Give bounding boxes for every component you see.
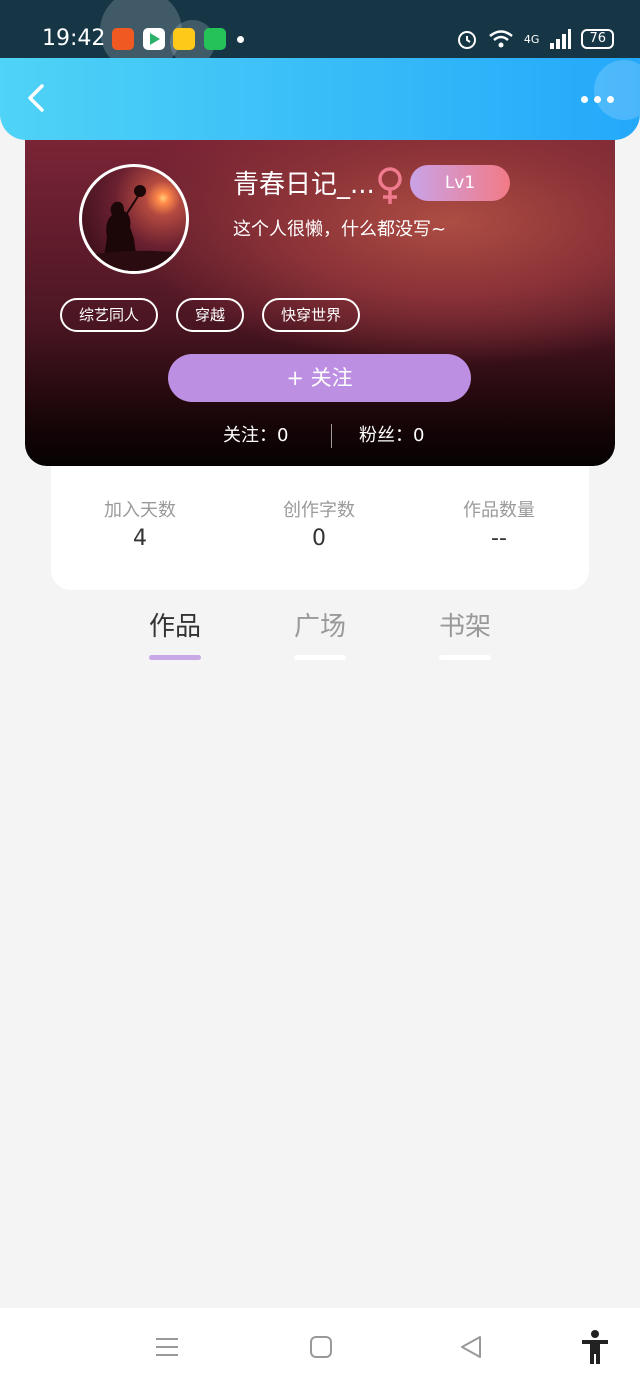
divider [331, 424, 332, 448]
accessibility-icon [582, 1330, 608, 1364]
back-nav-button[interactable] [458, 1334, 484, 1364]
tab-underline [294, 655, 346, 660]
stat-word-count: 创作字数 0 [239, 498, 399, 554]
system-nav-bar [0, 1308, 640, 1387]
play-store-app-icon [143, 28, 165, 50]
username: 青春日记_... [233, 170, 375, 200]
tag-chip[interactable]: 快穿世界 [262, 298, 360, 332]
top-header [0, 58, 640, 140]
alarm-icon [457, 31, 476, 49]
tab-square[interactable]: 广场 [260, 608, 380, 646]
follow-button[interactable]: + 关注 [168, 354, 471, 402]
avatar-image [82, 185, 186, 271]
back-button[interactable] [20, 78, 60, 118]
stats-card: 加入天数 4 创作字数 0 作品数量 -- [51, 466, 589, 590]
notification-dot [237, 36, 244, 43]
signal-icon [550, 29, 572, 49]
level-badge: Lv1 [410, 165, 510, 201]
stat-label: 创作字数 [283, 500, 355, 521]
tab-bookshelf[interactable]: 书架 [405, 608, 525, 646]
menu-icon [156, 1338, 178, 1356]
system-icons: 4G 76 [456, 28, 614, 50]
avatar[interactable] [79, 164, 189, 274]
bio-text: 这个人很懒，什么都没写~ [233, 219, 447, 240]
home-square-icon [310, 1336, 332, 1358]
tab-underline-active [149, 655, 201, 660]
status-bar: 19:42 4G 76 [0, 0, 640, 72]
profile-card: 青春日记_... Lv1 这个人很懒，什么都没写~ 综艺同人 穿越 快穿世界 +… [25, 140, 615, 466]
home-button[interactable] [308, 1334, 334, 1364]
network-type: 4G [523, 32, 540, 46]
female-icon [378, 167, 402, 204]
back-triangle-icon [461, 1336, 481, 1358]
stat-value: 0 [312, 526, 326, 551]
reader-app-icon [173, 28, 195, 50]
accessibility-button[interactable] [580, 1330, 610, 1368]
stat-label: 加入天数 [104, 500, 176, 521]
followers-count[interactable]: 粉丝：0 [359, 423, 424, 449]
wechat-app-icon [204, 28, 226, 50]
more-horizontal-icon [581, 96, 588, 103]
more-button[interactable] [581, 96, 614, 103]
tag-chip[interactable]: 综艺同人 [60, 298, 158, 332]
battery-indicator: 76 [581, 29, 614, 49]
chevron-left-icon [28, 84, 44, 112]
wifi-icon [489, 30, 513, 48]
status-time: 19:42 [42, 26, 106, 51]
stat-works-count: 作品数量 -- [419, 498, 579, 554]
stat-label: 作品数量 [463, 500, 535, 521]
following-count[interactable]: 关注：0 [223, 423, 288, 449]
stat-value: -- [491, 526, 507, 551]
stat-join-days: 加入天数 4 [60, 498, 220, 554]
tab-underline [439, 655, 491, 660]
menu-button[interactable] [154, 1334, 180, 1364]
tab-works[interactable]: 作品 [115, 608, 235, 646]
tag-chip[interactable]: 穿越 [176, 298, 244, 332]
stat-value: 4 [133, 526, 147, 551]
kuaishou-app-icon [112, 28, 134, 50]
decorative-bubble [594, 60, 640, 120]
